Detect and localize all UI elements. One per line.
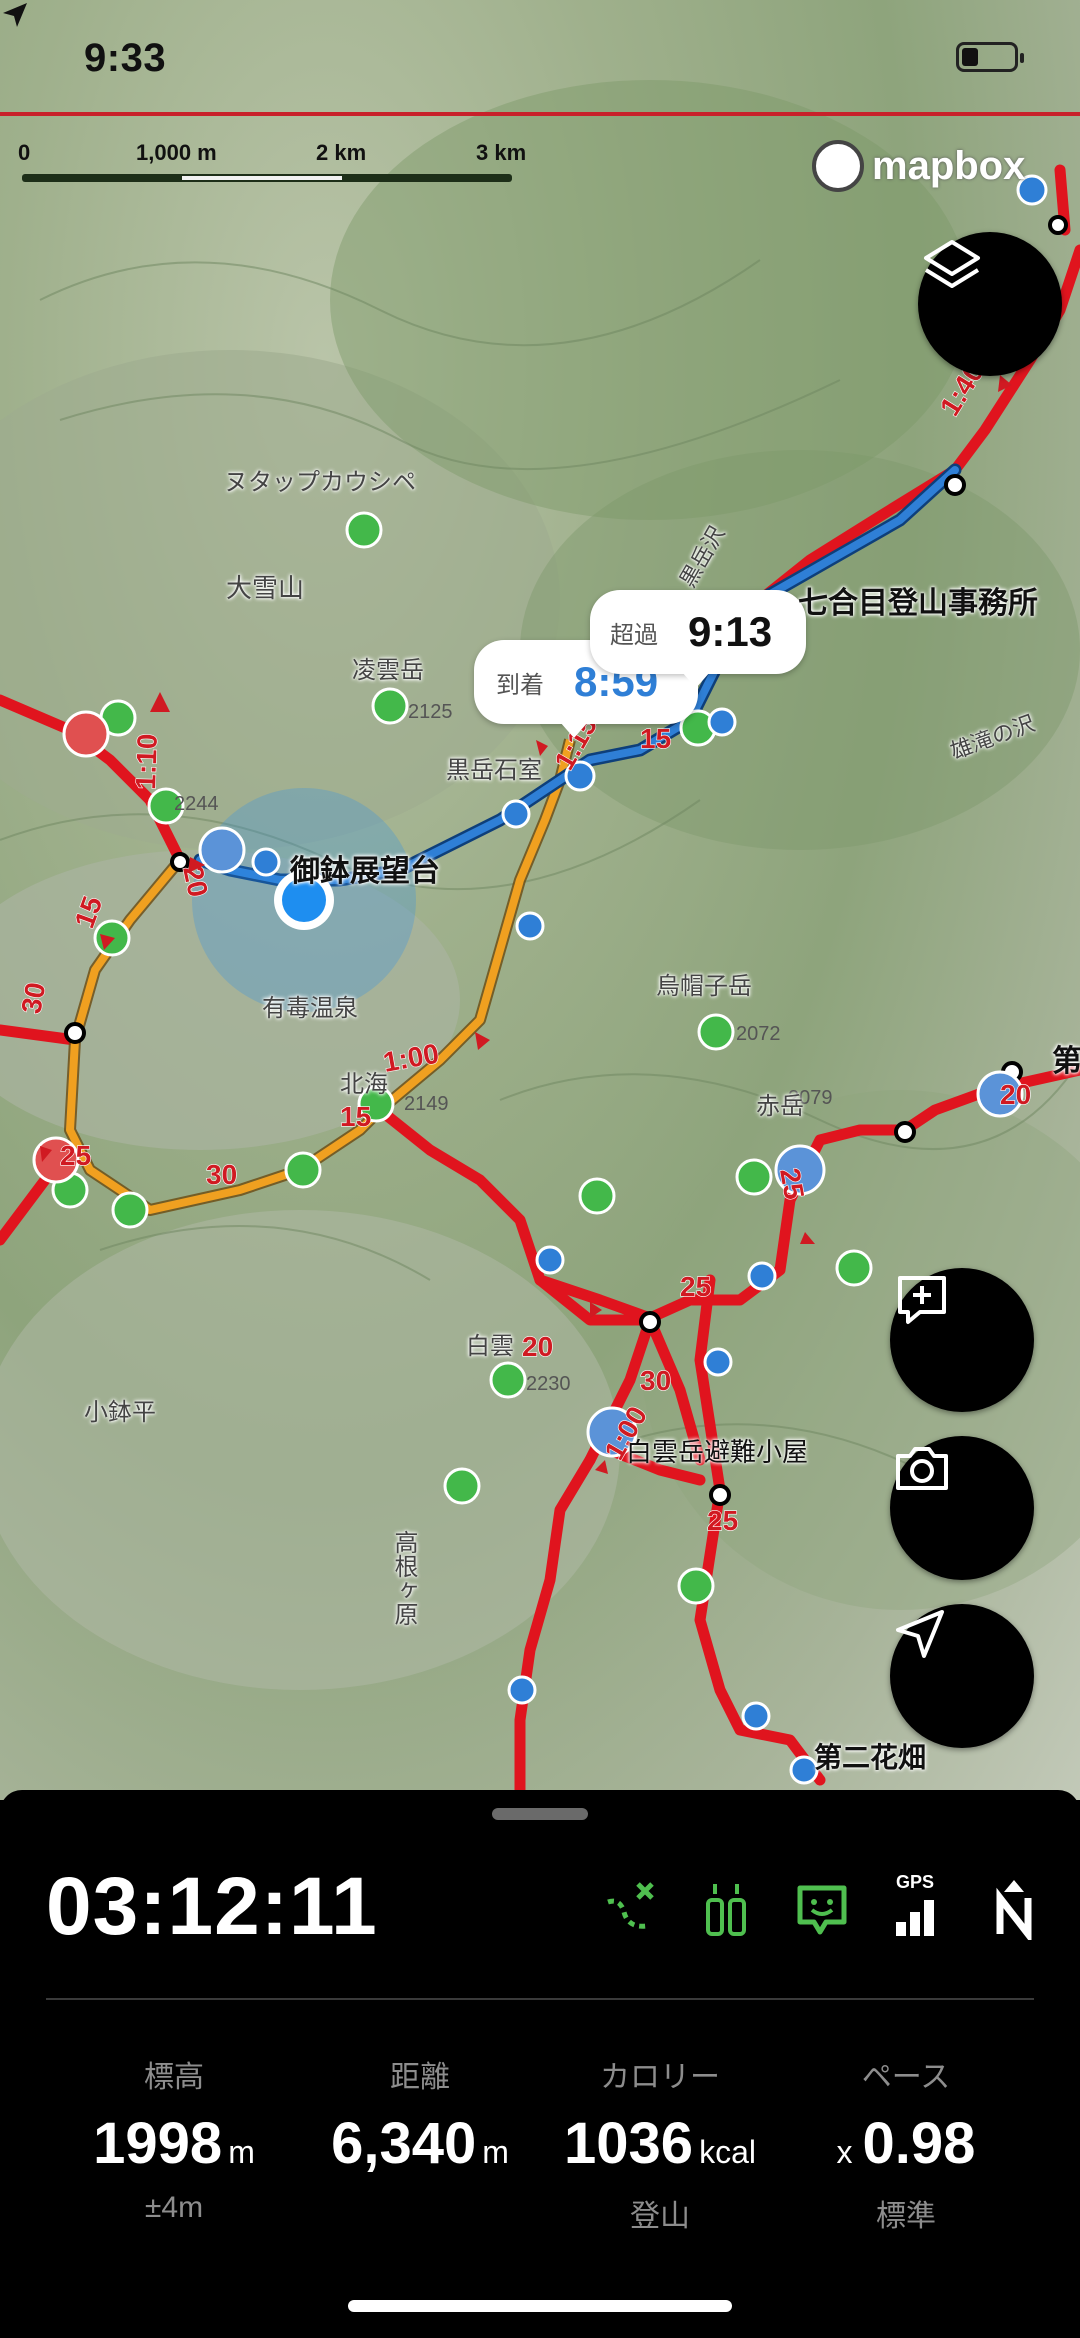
elevation-label: 2072 <box>736 1023 781 1045</box>
stat-label: 標高 <box>144 2061 204 2094</box>
add-note-button[interactable] <box>890 1268 1034 1412</box>
layers-button[interactable] <box>918 232 1062 376</box>
stat-prefix: x <box>836 2134 853 2170</box>
place-label: 白雲 <box>466 1333 514 1360</box>
home-indicator <box>348 2300 732 2312</box>
stat-label: ペース <box>861 2061 951 2094</box>
place-label: 七合目登山事務所 <box>798 587 1038 620</box>
place-label: 有毒温泉 <box>262 995 358 1022</box>
overtime-time: 9:13 <box>688 608 773 655</box>
stat-sub: ±4m <box>144 2191 204 2224</box>
stat-elevation: 標高 1998 m ±4m <box>54 2052 294 2227</box>
elevation-label: 2244 <box>174 793 219 815</box>
status-icons: GPS <box>600 1872 1044 1945</box>
mapbox-wordmark: mapbox <box>872 143 1026 188</box>
stat-value: 6,340 <box>331 2111 477 2176</box>
gps-label: GPS <box>896 1872 935 1892</box>
elevation-label: 2149 <box>404 1093 449 1115</box>
map-view[interactable]: 1:40 1:10 15 20 30 25 1:00 15 30 20 25 2… <box>0 0 1080 1800</box>
stat-unit: m <box>228 2134 255 2170</box>
place-label: 黒岳石室 <box>446 757 542 784</box>
status-time: 9:33 <box>84 36 167 80</box>
stat-value: 0.98 <box>862 2111 976 2176</box>
route-icon[interactable] <box>600 1878 660 1940</box>
trail-time: 30 <box>640 1365 671 1396</box>
stat-unit: kcal <box>699 2134 756 2170</box>
drag-handle[interactable] <box>492 1808 588 1820</box>
stat-label: 距離 <box>390 2061 450 2094</box>
overtime-callout[interactable]: 超過 9:13 <box>590 590 806 688</box>
battery-icon <box>956 42 1024 72</box>
trail-time: 15 <box>340 1101 371 1132</box>
trail-time: 25 <box>60 1140 91 1171</box>
chat-status-icon[interactable] <box>792 1878 852 1940</box>
elevation-label: 2125 <box>408 701 453 723</box>
stat-sub: 標準 <box>876 2200 936 2233</box>
place-label: 第二花畑 <box>814 1742 927 1773</box>
scale-label: 3 km <box>476 140 527 165</box>
place-label: 第 <box>1052 1045 1080 1078</box>
trail-time: 20 <box>1000 1079 1031 1110</box>
north-up-icon[interactable] <box>984 1878 1044 1945</box>
place-label: 高根ヶ原 <box>390 1530 417 1626</box>
place-label: 御鉢展望台 <box>290 855 440 888</box>
place-label: 赤岳 <box>756 1093 804 1120</box>
scale-label: 0 <box>18 140 31 165</box>
arrival-label: 到着 <box>496 671 544 699</box>
place-label: ヌタップカウシペ <box>224 469 416 496</box>
stat-sub: 登山 <box>630 2200 690 2233</box>
add-note-icon <box>898 1276 946 1324</box>
stat-value: 1998 <box>93 2111 223 2176</box>
overtime-label: 超過 <box>610 621 658 649</box>
place-label: 烏帽子岳 <box>656 973 752 1000</box>
trail-time: 1:10 <box>130 733 163 790</box>
trail-time: 20 <box>522 1331 553 1362</box>
elevation-label: 2230 <box>526 1373 571 1395</box>
activity-panel[interactable]: 03:12:11 GPS 標高 1998 m ±4m 距離 6,340 m カロ… <box>0 1790 1080 2338</box>
trail-time: 15 <box>640 723 671 754</box>
battery-saver-icon[interactable] <box>696 1878 756 1940</box>
stat-distance: 距離 6,340 m <box>300 2052 540 2227</box>
trail-time: 25 <box>774 1166 810 1202</box>
gps-signal-icon: GPS <box>888 1872 948 1940</box>
scale-label: 1,000 m <box>136 140 217 165</box>
trail-time: 25 <box>707 1505 738 1536</box>
camera-button[interactable] <box>890 1436 1034 1580</box>
scale-bar: 0 1,000 m 2 km 3 km <box>18 140 542 190</box>
place-label: 凌雲岳 <box>352 657 424 684</box>
mapbox-logo: mapbox <box>812 140 1025 192</box>
camera-icon <box>896 1447 948 1490</box>
trail-time: 25 <box>680 1271 711 1302</box>
stat-label: カロリー <box>600 2061 720 2094</box>
place-label: 白雲岳避難小屋 <box>626 1437 809 1467</box>
trail-time: 30 <box>206 1159 237 1190</box>
stat-pace: ペース x 0.98 標準 <box>786 2052 1026 2233</box>
layers-icon <box>924 240 980 288</box>
elapsed-time: 03:12:11 <box>46 1861 378 1952</box>
scale-label: 2 km <box>316 140 367 165</box>
place-label: 大雪山 <box>226 573 305 603</box>
stat-unit: m <box>482 2134 509 2170</box>
divider <box>46 1998 1034 2000</box>
locate-button[interactable] <box>890 1604 1034 1748</box>
stat-calories: カロリー 1036 kcal 登山 <box>540 2052 780 2233</box>
stat-value: 1036 <box>564 2111 694 2176</box>
place-label: 小鉢平 <box>84 1399 156 1426</box>
trail-time: 30 <box>15 980 51 1016</box>
navigation-icon <box>896 1610 944 1658</box>
location-arrow-icon <box>3 3 27 27</box>
stat-sub <box>300 2191 540 2227</box>
place-label: 北海 <box>340 1071 388 1098</box>
